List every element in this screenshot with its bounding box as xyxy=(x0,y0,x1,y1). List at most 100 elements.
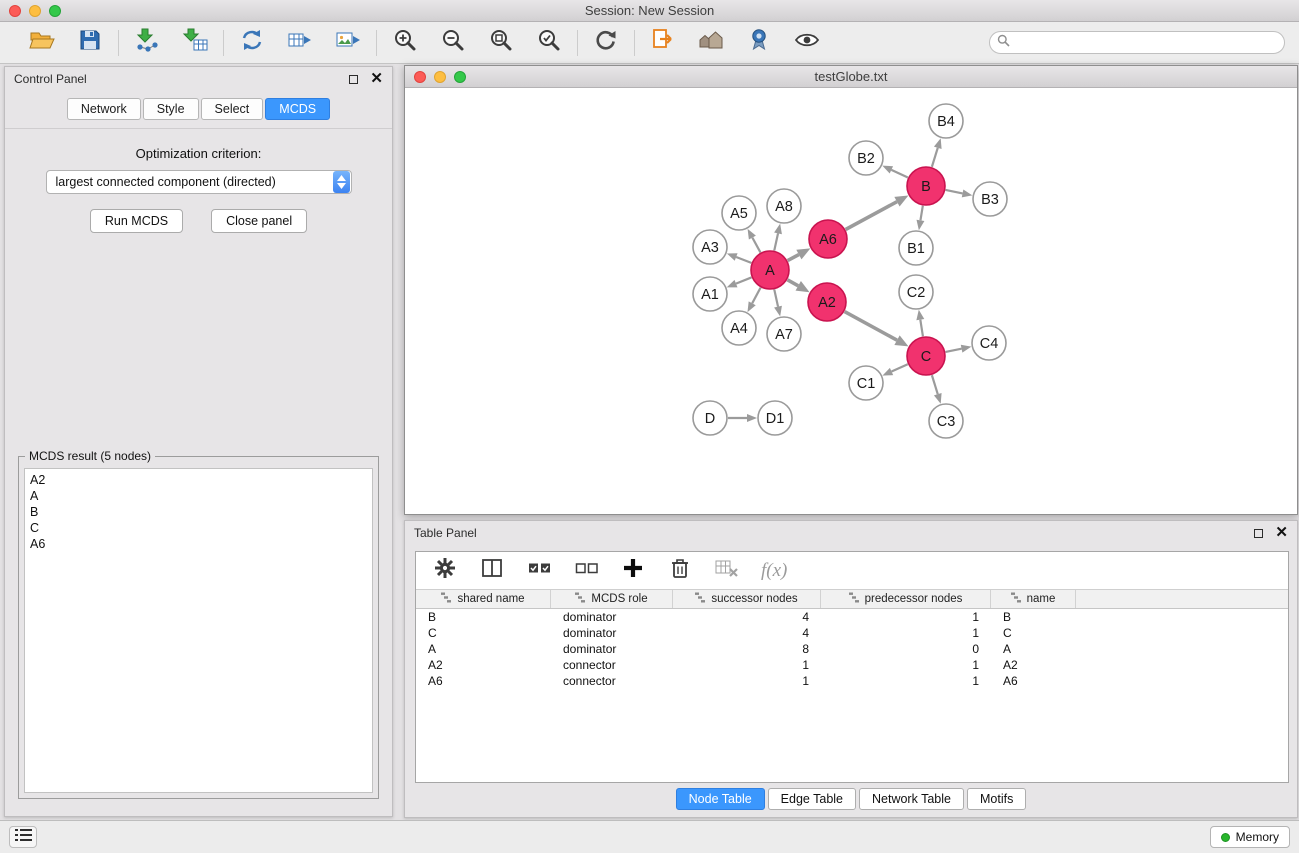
select-all-button[interactable] xyxy=(526,558,552,584)
table-cell[interactable]: connector xyxy=(551,657,673,673)
network-node-A5[interactable]: A5 xyxy=(722,196,756,230)
table-cell[interactable]: 1 xyxy=(821,625,991,641)
table-cell[interactable]: A2 xyxy=(416,657,551,673)
table-cell[interactable]: 1 xyxy=(673,657,821,673)
task-history-button[interactable] xyxy=(9,826,37,848)
network-canvas[interactable]: B4B2BB3A5A8A6A3B1AC2A1A2A4A7C4CC1C3DD1 xyxy=(405,88,1297,514)
network-edge-C-C4[interactable] xyxy=(946,349,962,352)
close-table-panel-icon[interactable]: ✕ xyxy=(1275,528,1288,538)
tab-motifs[interactable]: Motifs xyxy=(967,788,1026,810)
close-panel-button[interactable]: Close panel xyxy=(211,209,307,233)
memory-button[interactable]: Memory xyxy=(1210,826,1290,848)
network-node-A6[interactable]: A6 xyxy=(809,220,847,258)
result-item[interactable]: A xyxy=(30,488,367,504)
import-table-button[interactable] xyxy=(180,28,210,58)
network-node-A3[interactable]: A3 xyxy=(693,230,727,264)
mcds-result-list[interactable]: A2ABCA6 xyxy=(24,468,373,793)
network-edge-A2-C[interactable] xyxy=(845,312,897,341)
minimize-network-window-button[interactable] xyxy=(434,71,446,83)
table-cell[interactable]: A xyxy=(991,641,1076,657)
network-edge-B-B3[interactable] xyxy=(946,190,963,193)
network-edge-A6-B[interactable] xyxy=(846,202,897,230)
show-columns-button[interactable] xyxy=(479,558,505,584)
table-cell[interactable]: C xyxy=(991,625,1076,641)
column-header-name[interactable]: name xyxy=(991,590,1076,608)
network-edge-A-A7[interactable] xyxy=(774,290,778,307)
network-edge-A-A8[interactable] xyxy=(774,233,778,250)
tab-network[interactable]: Network xyxy=(67,98,141,120)
network-edge-B-B4[interactable] xyxy=(932,148,938,167)
deselect-all-button[interactable] xyxy=(573,558,599,584)
table-cell[interactable]: 1 xyxy=(821,609,991,625)
table-row[interactable]: A6connector11A6 xyxy=(416,673,1288,689)
run-mcds-button[interactable]: Run MCDS xyxy=(90,209,183,233)
network-node-D[interactable]: D xyxy=(693,401,727,435)
save-session-button[interactable] xyxy=(75,28,105,58)
table-cell[interactable]: A6 xyxy=(991,673,1076,689)
network-edge-A-A3[interactable] xyxy=(736,257,751,263)
toolbar-search-box[interactable] xyxy=(989,31,1285,54)
network-edge-B-B2[interactable] xyxy=(891,170,908,178)
search-input[interactable] xyxy=(1015,36,1277,50)
clone-network-button[interactable] xyxy=(648,28,678,58)
network-edge-A-A2[interactable] xyxy=(787,280,798,286)
table-cell[interactable]: dominator xyxy=(551,641,673,657)
network-node-C[interactable]: C xyxy=(907,337,945,375)
table-row[interactable]: Bdominator41B xyxy=(416,609,1288,625)
tab-edge-table[interactable]: Edge Table xyxy=(768,788,856,810)
result-item[interactable]: A2 xyxy=(30,472,367,488)
table-cell[interactable]: 0 xyxy=(821,641,991,657)
tab-node-table[interactable]: Node Table xyxy=(676,788,765,810)
table-settings-button[interactable] xyxy=(432,558,458,584)
toggle-visibility-button[interactable] xyxy=(792,28,822,58)
home-layout-button[interactable] xyxy=(696,28,726,58)
network-node-A7[interactable]: A7 xyxy=(767,317,801,351)
table-cell[interactable]: 1 xyxy=(673,673,821,689)
export-network-button[interactable] xyxy=(237,28,267,58)
network-node-A4[interactable]: A4 xyxy=(722,311,756,345)
network-node-A1[interactable]: A1 xyxy=(693,277,727,311)
zoom-out-button[interactable] xyxy=(438,28,468,58)
table-cell[interactable]: C xyxy=(416,625,551,641)
network-edge-B-B1[interactable] xyxy=(920,206,922,221)
table-cell[interactable]: connector xyxy=(551,673,673,689)
network-window-titlebar[interactable]: testGlobe.txt xyxy=(405,66,1297,88)
minimize-window-button[interactable] xyxy=(29,5,41,17)
table-cell[interactable]: 8 xyxy=(673,641,821,657)
export-table-button[interactable] xyxy=(285,28,315,58)
network-node-C2[interactable]: C2 xyxy=(899,275,933,309)
network-node-D1[interactable]: D1 xyxy=(758,401,792,435)
table-row[interactable]: Adominator80A xyxy=(416,641,1288,657)
tab-mcds[interactable]: MCDS xyxy=(265,98,330,120)
open-session-button[interactable] xyxy=(27,28,57,58)
tab-select[interactable]: Select xyxy=(201,98,264,120)
tab-style[interactable]: Style xyxy=(143,98,199,120)
result-item[interactable]: B xyxy=(30,504,367,520)
zoom-fit-button[interactable] xyxy=(486,28,516,58)
network-node-C1[interactable]: C1 xyxy=(849,366,883,400)
network-edge-C-C2[interactable] xyxy=(920,320,923,337)
table-cell[interactable]: A2 xyxy=(991,657,1076,673)
delete-table-button[interactable] xyxy=(714,558,740,584)
delete-column-button[interactable] xyxy=(667,558,693,584)
network-node-B1[interactable]: B1 xyxy=(899,231,933,265)
zoom-selected-button[interactable] xyxy=(534,28,564,58)
style-badge-button[interactable] xyxy=(744,28,774,58)
table-row[interactable]: A2connector11A2 xyxy=(416,657,1288,673)
tab-network-table[interactable]: Network Table xyxy=(859,788,964,810)
result-item[interactable]: C xyxy=(30,520,367,536)
network-node-B[interactable]: B xyxy=(907,167,945,205)
table-cell[interactable]: B xyxy=(991,609,1076,625)
network-node-C4[interactable]: C4 xyxy=(972,326,1006,360)
network-node-B3[interactable]: B3 xyxy=(973,182,1007,216)
zoom-in-button[interactable] xyxy=(390,28,420,58)
refresh-button[interactable] xyxy=(591,28,621,58)
table-cell[interactable]: 4 xyxy=(673,609,821,625)
table-cell[interactable]: A xyxy=(416,641,551,657)
column-header-mcds-role[interactable]: MCDS role xyxy=(551,590,673,608)
table-cell[interactable]: B xyxy=(416,609,551,625)
network-node-B2[interactable]: B2 xyxy=(849,141,883,175)
close-window-button[interactable] xyxy=(9,5,21,17)
network-edge-A-A5[interactable] xyxy=(752,238,760,253)
zoom-window-button[interactable] xyxy=(49,5,61,17)
